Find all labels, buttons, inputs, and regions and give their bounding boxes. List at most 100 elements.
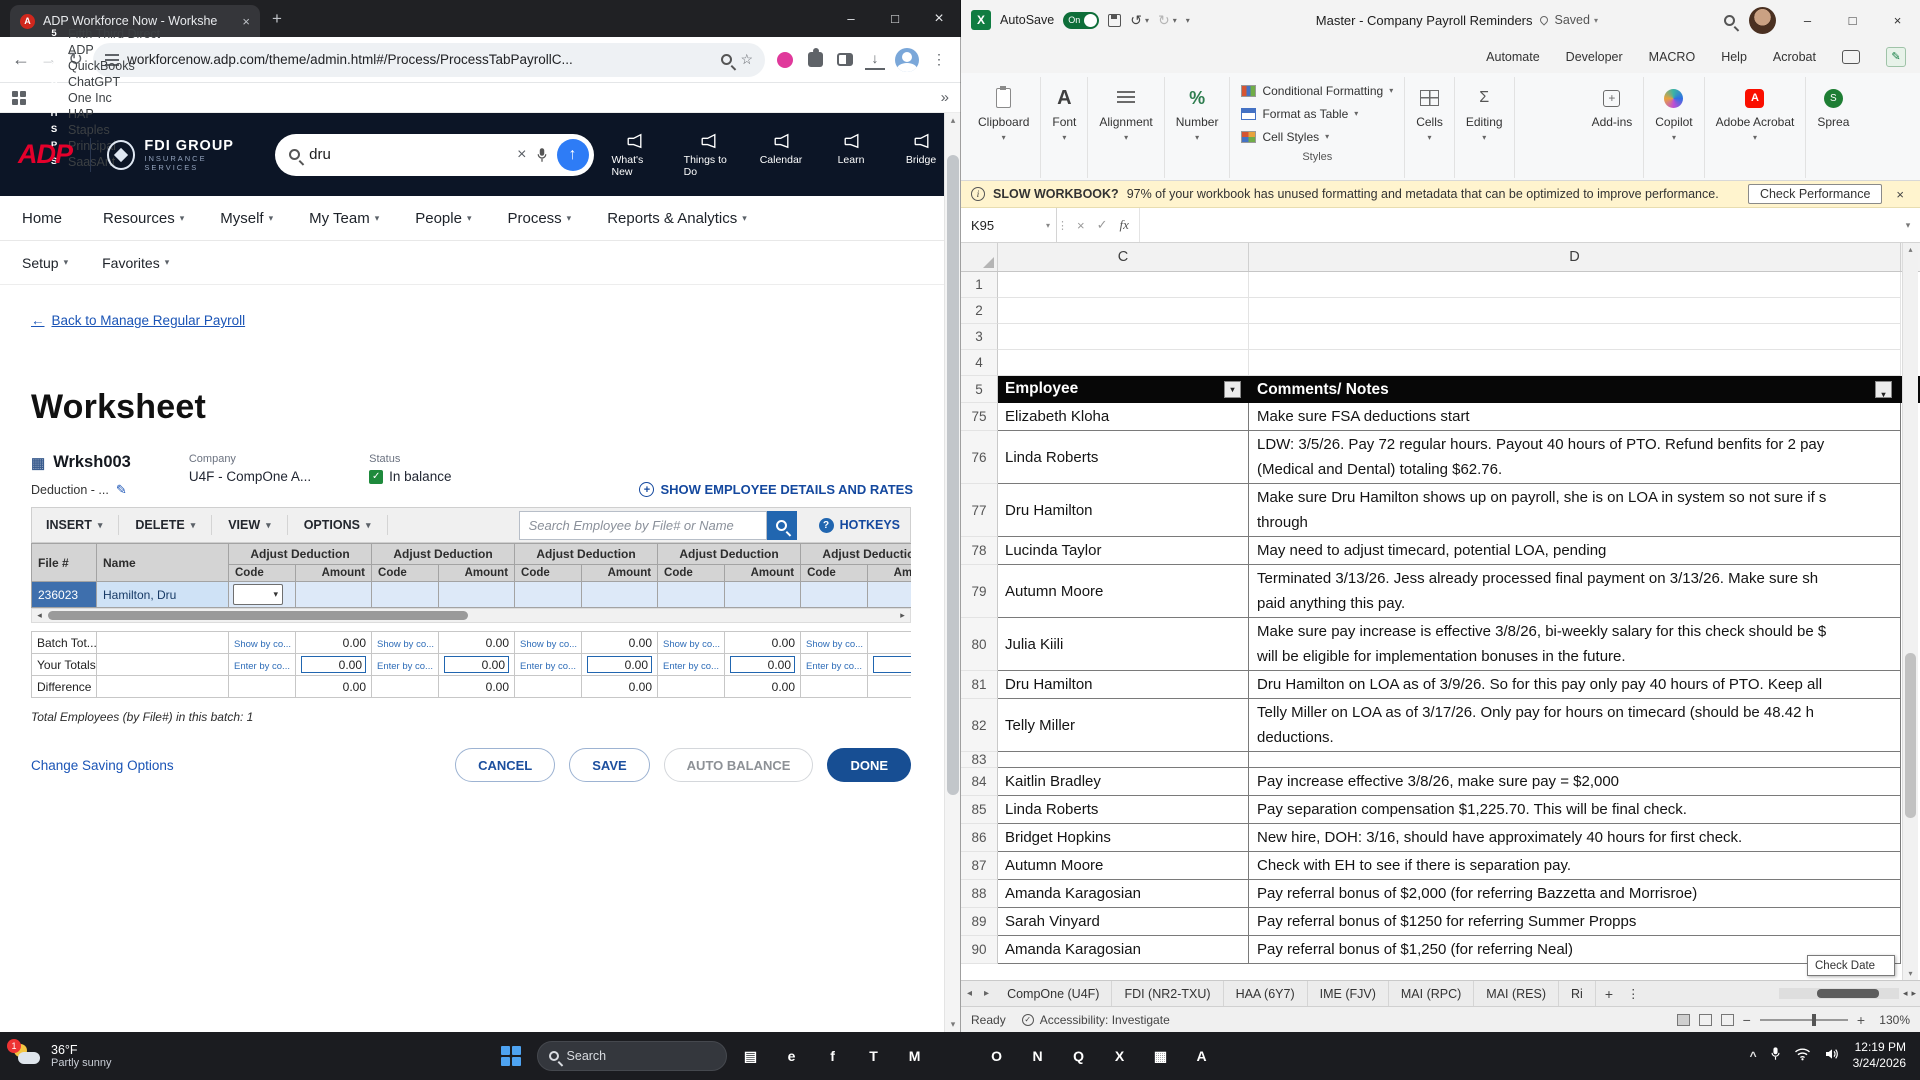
cell-styles-button[interactable]: Cell Styles ▾ xyxy=(1241,125,1329,148)
row-number[interactable]: 89 xyxy=(961,908,998,936)
column-header-d[interactable]: D xyxy=(1249,243,1901,271)
new-tab-button[interactable]: + xyxy=(272,9,282,29)
notes-cell[interactable] xyxy=(1249,350,1901,376)
employee-cell[interactable]: Linda Roberts xyxy=(998,431,1249,484)
user-avatar[interactable] xyxy=(1749,6,1776,34)
notes-cell[interactable] xyxy=(1249,324,1901,350)
row-number[interactable]: 3 xyxy=(961,324,998,350)
your-total-input[interactable]: 0.00 xyxy=(444,656,509,673)
alignment-group-button[interactable]: Alignment ▾ xyxy=(1099,85,1153,142)
employee-cell[interactable]: Amanda Karagosian xyxy=(998,936,1249,964)
adp-logo[interactable]: ADP xyxy=(18,139,73,170)
employee-header-cell[interactable]: Employee ▾ xyxy=(998,376,1249,403)
scroll-left-icon[interactable]: ◂ xyxy=(32,609,47,622)
amount-header[interactable]: Amount xyxy=(294,564,373,582)
employee-cell[interactable]: Telly Miller xyxy=(998,699,1249,752)
employee-cell[interactable]: Sarah Vinyard xyxy=(998,908,1249,936)
employee-cell[interactable] xyxy=(998,324,1249,350)
ribbon-tab[interactable]: Automate xyxy=(1486,50,1540,64)
employee-cell[interactable]: Linda Roberts xyxy=(998,796,1249,824)
undo-icon[interactable]: ↺ xyxy=(1130,12,1142,29)
show-by-link[interactable]: Show by co... xyxy=(806,639,863,650)
scrollbar-thumb[interactable] xyxy=(48,611,468,620)
notes-cell[interactable]: New hire, DOH: 3/16, should have approxi… xyxy=(1249,824,1901,852)
name-column-header[interactable]: Name xyxy=(96,543,229,582)
file-number-cell[interactable]: 236023 xyxy=(31,581,97,608)
weather-widget[interactable]: 1 36°F Partly sunny xyxy=(0,1039,230,1069)
row-number[interactable]: 2 xyxy=(961,298,998,324)
microphone-icon[interactable] xyxy=(536,147,548,163)
show-by-link[interactable]: Show by co... xyxy=(520,639,577,650)
amount-cell[interactable] xyxy=(294,581,373,608)
your-total-input[interactable]: 0.00 xyxy=(301,656,366,673)
cells-group-button[interactable]: Cells ▾ xyxy=(1416,85,1443,142)
notes-cell[interactable]: Make sure FSA deductions start xyxy=(1249,403,1901,431)
apps-grid-icon[interactable] xyxy=(12,90,26,105)
clipboard-group-button[interactable]: Clipboard ▾ xyxy=(978,85,1029,142)
filter-dropdown-icon[interactable]: ▾ xyxy=(1875,380,1892,399)
amount-header[interactable]: Amount xyxy=(581,564,659,582)
browser-minimize-button[interactable]: – xyxy=(829,0,873,37)
browser-maximize-button[interactable]: □ xyxy=(873,0,917,37)
notes-cell[interactable] xyxy=(1249,752,1901,768)
notes-cell[interactable]: Terminated 3/13/26. Jess already process… xyxy=(1249,565,1901,618)
sheet-options-icon[interactable]: ⋮ xyxy=(1622,986,1645,1001)
code-cell[interactable] xyxy=(371,581,440,608)
insert-menu[interactable]: INSERT ▾ xyxy=(46,515,120,535)
auto-balance-button[interactable]: AUTO BALANCE xyxy=(663,748,814,782)
excel-search-icon[interactable] xyxy=(1724,14,1735,26)
pin-icon[interactable] xyxy=(1537,14,1550,26)
bookmarks-overflow-icon[interactable]: » xyxy=(941,89,949,106)
amount-cell[interactable] xyxy=(438,581,516,608)
enter-by-link[interactable]: Enter by co... xyxy=(520,661,576,672)
save-button[interactable]: SAVE xyxy=(569,748,650,782)
employee-cell[interactable]: Julia Kiili xyxy=(998,618,1249,671)
adjust-deduction-header[interactable]: Adjust Deduction xyxy=(371,543,516,565)
accessibility-status[interactable]: ✓ Accessibility: Investigate xyxy=(1021,1013,1170,1027)
employee-cell[interactable]: Elizabeth Kloha xyxy=(998,403,1249,431)
excel-minimize-button[interactable]: – xyxy=(1785,0,1830,40)
search-submit-button[interactable]: ↑ xyxy=(556,138,589,171)
clear-search-icon[interactable]: × xyxy=(517,146,526,164)
employee-cell[interactable]: Bridget Hopkins xyxy=(998,824,1249,852)
name-box[interactable]: K95 ▾ xyxy=(961,208,1057,242)
row-number[interactable]: 80 xyxy=(961,618,998,671)
notes-cell[interactable]: Check with EH to see if there is separat… xyxy=(1249,852,1901,880)
your-total-input[interactable]: 0.00 xyxy=(873,656,911,673)
file-column-header[interactable]: File # xyxy=(31,543,97,582)
amount-cell[interactable] xyxy=(867,581,911,608)
zoom-slider[interactable] xyxy=(1759,1013,1848,1026)
row-number[interactable]: 75 xyxy=(961,403,998,431)
amount-cell[interactable] xyxy=(724,581,802,608)
row-number[interactable]: 1 xyxy=(961,272,998,298)
row-number[interactable]: 86 xyxy=(961,824,998,852)
code-header[interactable]: Code xyxy=(228,564,296,582)
conditional-formatting-button[interactable]: Conditional Formatting ▾ xyxy=(1241,79,1393,102)
subnav-item[interactable]: Favorites ▾ xyxy=(102,255,169,271)
adp-smart-search[interactable]: × ↑ xyxy=(275,133,594,176)
code-cell[interactable] xyxy=(514,581,583,608)
spreadsheet-group-button[interactable]: S Sprea xyxy=(1817,85,1849,129)
excel-close-button[interactable]: × xyxy=(1875,0,1920,40)
page-layout-view-icon[interactable] xyxy=(1698,1013,1712,1026)
check-performance-button[interactable]: Check Performance xyxy=(1747,184,1883,204)
expand-formula-bar-icon[interactable]: ▾ xyxy=(1896,208,1920,242)
adobe-acrobat-button[interactable]: A Adobe Acrobat ▾ xyxy=(1716,85,1794,142)
sheet-scroll-right-icon[interactable]: ▸ xyxy=(978,988,995,999)
employee-cell[interactable] xyxy=(998,298,1249,324)
row-number[interactable]: 84 xyxy=(961,768,998,796)
notes-header-cell[interactable]: Comments/ Notes ▾ xyxy=(1249,376,1901,403)
row-number[interactable]: 88 xyxy=(961,880,998,908)
cancel-entry-icon[interactable]: × xyxy=(1077,218,1085,233)
copilot-button[interactable]: Copilot ▾ xyxy=(1655,85,1693,142)
row-number[interactable]: 78 xyxy=(961,537,998,565)
enter-by-link[interactable]: Enter by co... xyxy=(806,661,862,672)
change-saving-options-link[interactable]: Change Saving Options xyxy=(31,758,174,773)
amount-header[interactable]: Amount xyxy=(438,564,516,582)
code-header[interactable]: Code xyxy=(800,564,869,582)
view-menu[interactable]: VIEW ▾ xyxy=(212,515,288,535)
insert-function-icon[interactable]: fx xyxy=(1120,217,1129,233)
show-by-link[interactable]: Show by co... xyxy=(234,639,291,650)
employee-name-cell[interactable]: Hamilton, Dru xyxy=(96,581,229,608)
editing-group-button[interactable]: Σ Editing ▾ xyxy=(1466,85,1503,142)
